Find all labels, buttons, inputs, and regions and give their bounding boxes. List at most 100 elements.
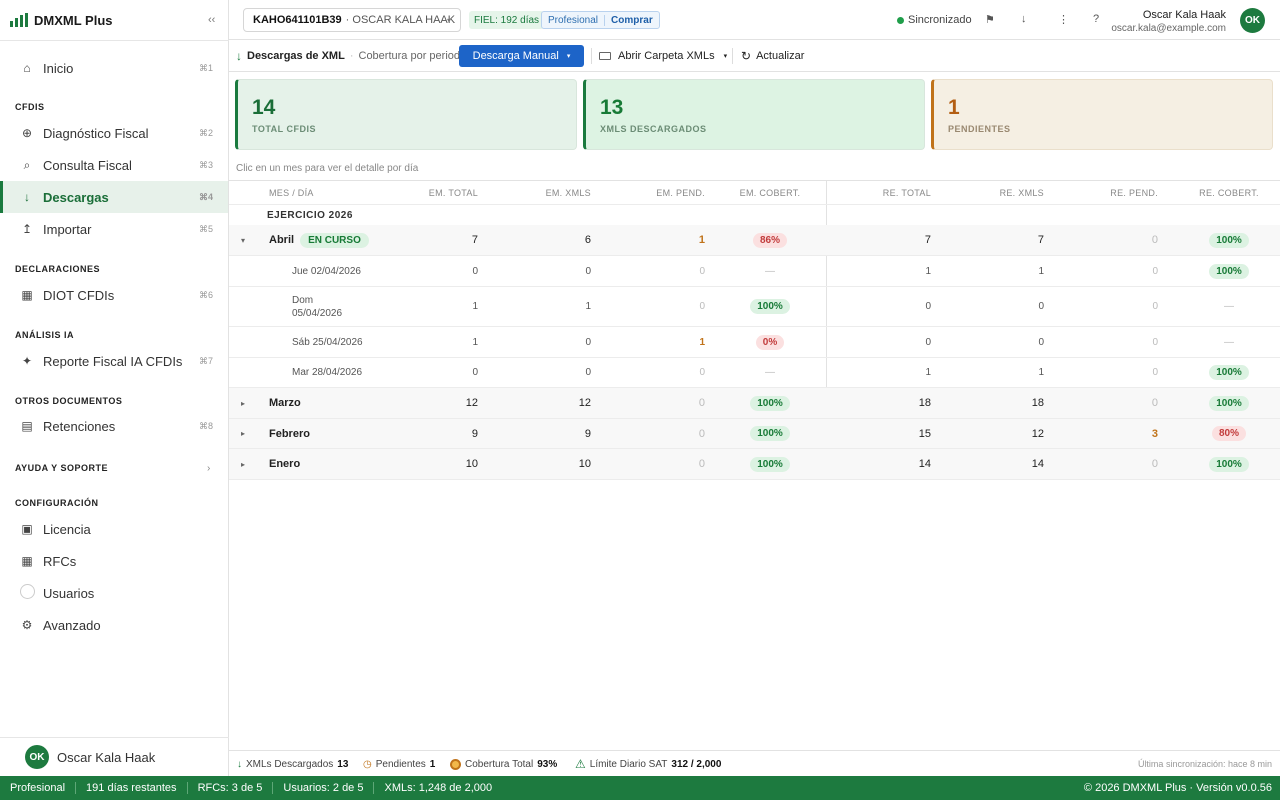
em-xmls: 0	[585, 367, 591, 378]
more-vertical-icon[interactable]: ⋮	[1058, 13, 1069, 26]
table-row-month[interactable]: ▸ Marzo 12 12 0 100% 18 18 0 100%	[229, 388, 1280, 419]
year-group-row: EJERCICIO 2026	[229, 205, 1280, 225]
shortcut-hint: ⌘7	[198, 355, 213, 366]
chevron-down-icon: ▾	[446, 15, 451, 25]
re-cobert: —	[1224, 336, 1234, 348]
day-date: 05/04/2026	[292, 307, 343, 319]
expand-toggle-icon[interactable]: ▸	[241, 449, 245, 479]
sidebar-item-diagnostico[interactable]: ⊕ Diagnóstico Fiscal ⌘2	[0, 117, 228, 149]
section-heading-config: CONFIGURACIÓN	[15, 498, 99, 508]
coverage-pill: 100%	[1209, 456, 1249, 472]
avatar[interactable]: OK	[1240, 8, 1265, 33]
column-header: RE. TOTAL	[882, 187, 931, 198]
re-total: 18	[918, 397, 931, 409]
flag-icon[interactable]: ⚑	[985, 13, 995, 26]
em-pend: 1	[698, 234, 705, 246]
em-pend: 0	[699, 265, 705, 277]
sidebar-user[interactable]: OK Oscar Kala Haak	[25, 745, 155, 769]
re-total: 0	[925, 301, 931, 312]
buy-button[interactable]: Comprar	[605, 15, 659, 26]
stat-value: 1	[429, 758, 436, 770]
em-xmls: 0	[585, 336, 591, 348]
grid-icon: ▦	[21, 288, 33, 302]
table-header: MES / DÍA EM. TOTAL EM. XMLS EM. PEND. E…	[229, 180, 1280, 205]
sidebar-item-avanzado[interactable]: ⚙ Avanzado	[0, 609, 228, 641]
download-icon[interactable]: ↓	[1021, 13, 1027, 25]
day-label: Mar 28/04/2026	[292, 367, 363, 378]
column-header: EM. XMLS	[545, 187, 591, 198]
table-row-month[interactable]: ▾ Abril EN CURSO 7 6 1 86% 7 7 0 100%	[229, 225, 1280, 256]
help-icon[interactable]: ?	[1093, 13, 1099, 25]
home-icon: ⌂	[23, 61, 31, 75]
re-pend: 0	[1152, 367, 1158, 378]
sidebar-item-inicio[interactable]: ⌂ Inicio ⌘1	[0, 52, 228, 84]
em-cobert: —	[765, 367, 775, 378]
refresh-button[interactable]: ↻ Actualizar	[741, 40, 804, 72]
sidebar-item-rfcs[interactable]: ▦ RFCs	[0, 545, 228, 577]
em-cobert: 100%	[729, 449, 811, 479]
sync-status: Sincronizado	[897, 14, 972, 26]
re-total: 14	[918, 458, 931, 470]
column-header: RE. XMLS	[999, 187, 1044, 198]
status-badge: EN CURSO	[300, 232, 369, 248]
em-pend: 0	[699, 301, 705, 312]
chevron-right-icon[interactable]: ›	[207, 463, 210, 474]
sidebar-item-reporte[interactable]: ✦ Reporte Fiscal IA CFDIs ⌘7	[0, 345, 228, 377]
stat-value: 93%	[537, 758, 558, 770]
table-icon: ▦	[21, 554, 33, 568]
coverage-pill: 100%	[1209, 395, 1249, 411]
re-cobert: 100%	[1189, 388, 1269, 418]
em-pend: 1	[699, 336, 705, 348]
coverage-pill: 100%	[750, 395, 790, 411]
license-icon: ▣	[21, 522, 33, 536]
sync-label: Sincronizado	[908, 14, 972, 26]
download-icon: ↓	[24, 190, 30, 204]
stat-label: PENDIENTES	[948, 124, 1011, 134]
rfc-code: KAHO641101B39	[253, 14, 342, 26]
re-xmls: 0	[1038, 301, 1044, 312]
table-row-month[interactable]: ▸ Enero 10 10 0 100% 14 14 0 100%	[229, 449, 1280, 480]
manual-download-button[interactable]: Descarga Manual ▾	[459, 45, 584, 67]
open-folder-button[interactable]: Abrir Carpeta XMLs ▾	[599, 40, 727, 72]
section-heading-cfdis: CFDIS	[15, 102, 45, 112]
top-header: KAHO641101B39 · OSCAR KALA HAAK ▾ FIEL: …	[229, 0, 1280, 40]
sidebar-item-consulta[interactable]: ⌕ Consulta Fiscal ⌘3	[0, 149, 228, 181]
re-pend: 0	[1152, 301, 1158, 312]
status-dot-icon	[897, 16, 904, 24]
sidebar-item-licencia[interactable]: ▣ Licencia	[0, 513, 228, 545]
rfc-selector[interactable]: KAHO641101B39 · OSCAR KALA HAAK ▾	[243, 8, 461, 32]
plan-label: Profesional	[542, 14, 606, 26]
brand[interactable]: DMXML Plus	[10, 10, 113, 30]
sidebar-item-descargas[interactable]: ↓ Descargas ⌘4	[0, 181, 228, 213]
refresh-label: Actualizar	[756, 50, 805, 62]
expand-toggle-icon[interactable]: ▸	[241, 419, 245, 448]
section-heading-declaraciones: DECLARACIONES	[15, 264, 101, 274]
header-user-name: Oscar Kala Haak	[1142, 9, 1226, 21]
stat-value: 1	[948, 96, 960, 119]
re-pend: 0	[1152, 265, 1158, 277]
em-total: 1	[472, 336, 478, 348]
stat-value: 13	[600, 96, 624, 119]
section-heading-ayuda[interactable]: AYUDA Y SOPORTE	[15, 463, 108, 473]
users-icon	[20, 584, 35, 602]
sidebar-item-diot[interactable]: ▦ DIOT CFDIs ⌘6	[0, 279, 228, 311]
expand-toggle-icon[interactable]: ▸	[241, 388, 245, 418]
sidebar-item-importar[interactable]: ↥ Importar ⌘5	[0, 213, 228, 245]
sidebar-item-usuarios[interactable]: Usuarios	[0, 577, 228, 609]
column-header: EM. TOTAL	[428, 187, 478, 198]
em-xmls: 6	[584, 234, 591, 246]
sidebar-item-retenciones[interactable]: ▤ Retenciones ⌘8	[0, 410, 228, 442]
day-label: Sáb 25/04/2026	[292, 336, 363, 348]
re-xmls: 14	[1031, 458, 1044, 470]
stat-label: Límite Diario SAT	[589, 758, 668, 770]
em-xmls: 9	[584, 427, 591, 440]
download-icon: ↓	[236, 49, 242, 63]
em-xmls: 10	[578, 458, 591, 470]
sidebar: DMXML Plus ‹‹ ⌂ Inicio ⌘1 CFDIS ⊕ Diagnó…	[0, 0, 229, 776]
coverage-ring-icon	[450, 758, 461, 770]
expand-toggle-icon[interactable]: ▾	[241, 225, 245, 255]
re-xmls: 18	[1031, 397, 1044, 409]
collapse-sidebar-icon[interactable]: ‹‹	[208, 14, 215, 26]
table-row-month[interactable]: ▸ Febrero 9 9 0 100% 15 12 3 80%	[229, 419, 1280, 449]
rfc-name: · OSCAR KALA HAAK	[345, 14, 456, 26]
